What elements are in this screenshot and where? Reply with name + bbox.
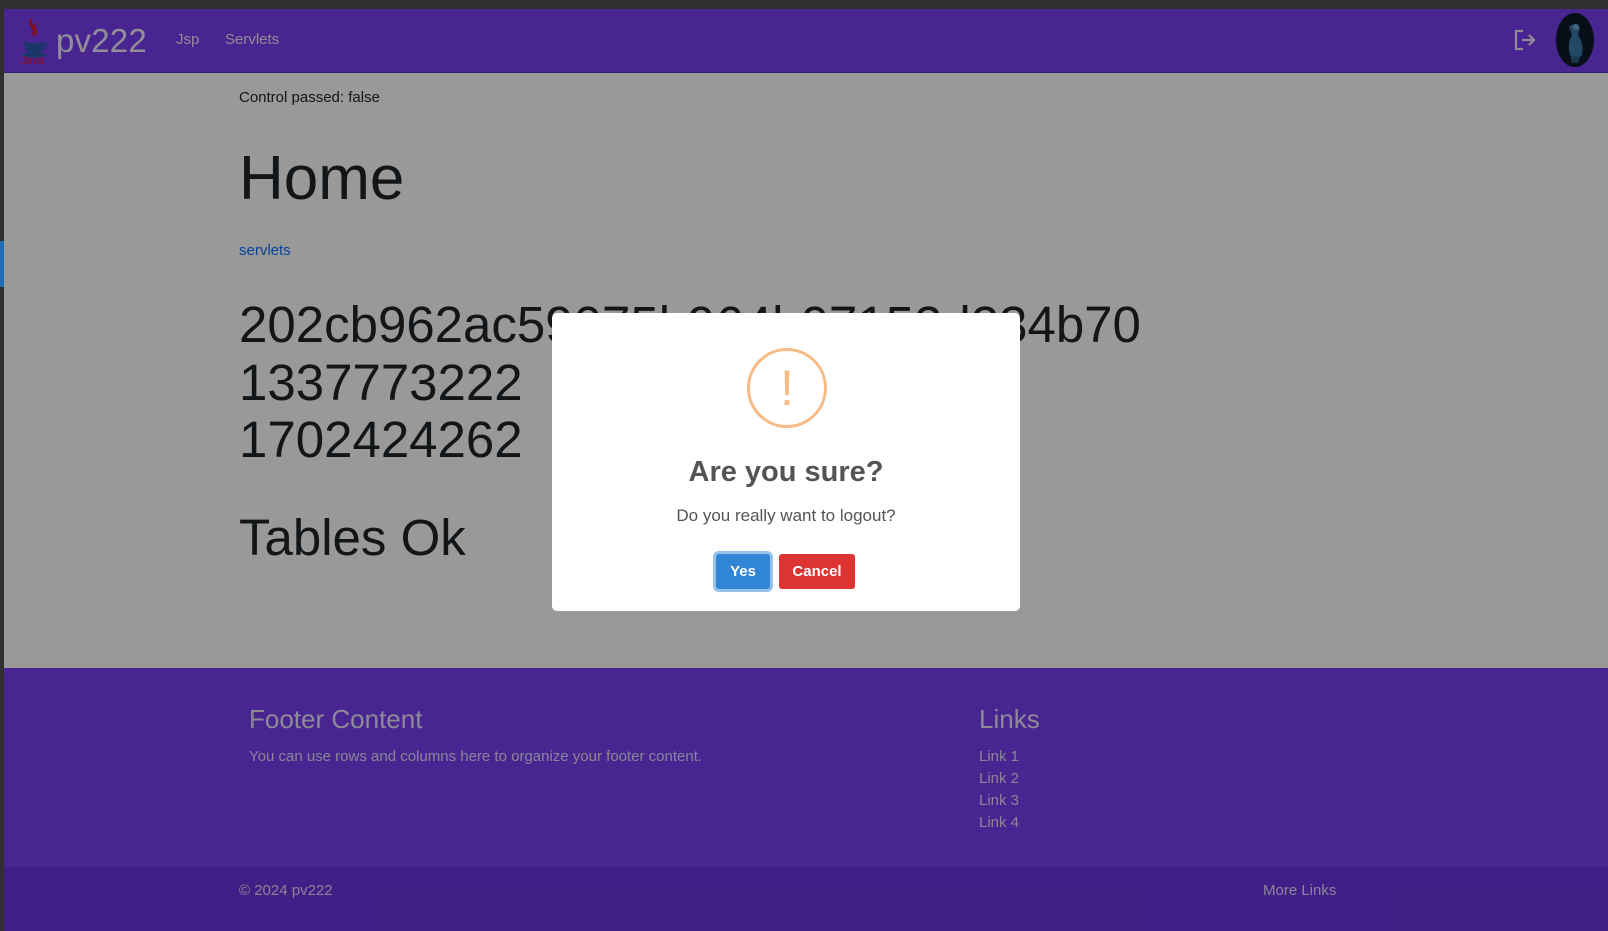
- dialog-message: Do you really want to logout?: [676, 506, 896, 525]
- confirm-yes-button[interactable]: Yes: [716, 554, 770, 589]
- dialog-title: Are you sure?: [688, 456, 884, 488]
- confirm-dialog: ! Are you sure? Do you really want to lo…: [552, 313, 1020, 611]
- warning-icon: !: [747, 348, 827, 428]
- cancel-button[interactable]: Cancel: [779, 554, 855, 589]
- warning-glyph: !: [780, 360, 794, 416]
- scroll-accent: [0, 241, 4, 287]
